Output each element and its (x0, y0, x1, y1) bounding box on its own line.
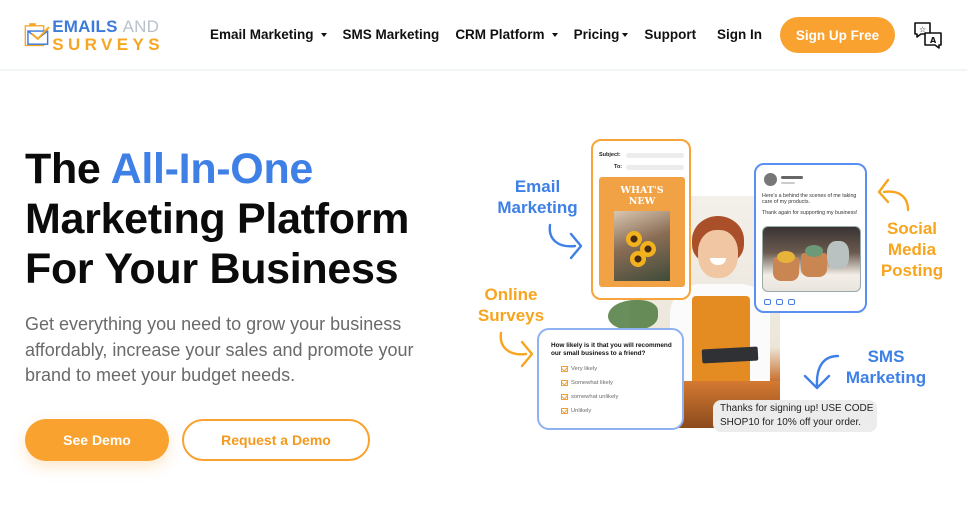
sms-message-bubble: Thanks for signing up! USE CODE SHOP10 f… (713, 400, 877, 432)
post-text: Here's a behind the scenes of me taking … (762, 193, 866, 216)
nav-label: Email Marketing (210, 27, 314, 42)
nav-label: Pricing (573, 27, 620, 42)
comment-icon (788, 299, 795, 305)
timestamp-placeholder (781, 182, 795, 184)
arrow-to-sms-icon (803, 354, 840, 390)
sign-up-free-button[interactable]: Sign Up Free (780, 17, 895, 53)
survey-option: somewhat unlikely (561, 394, 618, 400)
post-text-line1: Here's a behind the scenes of me taking … (762, 193, 857, 206)
checkbox-icon (561, 380, 568, 386)
sms-marketing-label: SMS Marketing (836, 346, 936, 388)
arrow-to-email-icon (548, 223, 583, 260)
survey-option: Somewhat likely (561, 380, 613, 386)
label-line: SMS (867, 347, 905, 366)
translate-icon[interactable]: ☆ A (913, 21, 943, 51)
arrow-to-survey-icon (499, 331, 534, 368)
nav-email-marketing[interactable]: Email Marketing (210, 27, 327, 42)
option-label: Unlikely (571, 408, 592, 414)
title-prefix: The (25, 145, 111, 193)
survey-question: How likely is it that you will recommend… (551, 342, 672, 358)
logo-and: AND (122, 16, 160, 36)
logo-wordmark: EMAILS AND SURVEYS (52, 18, 164, 53)
label-line: Media (887, 240, 937, 259)
see-demo-button[interactable]: See Demo (25, 419, 169, 461)
title-line-2: Marketing Platform (25, 195, 410, 243)
nav-label: CRM Platform (455, 27, 545, 42)
option-label: Very likely (571, 366, 598, 372)
caret-down-icon (320, 32, 327, 37)
email-marketing-label: Email Marketing (490, 176, 585, 218)
post-actions (764, 299, 795, 305)
nav-sms-marketing[interactable]: SMS Marketing (343, 27, 440, 42)
email-preview-card: Subject: To: WHAT'S NEW (591, 139, 691, 300)
like-icon (764, 299, 771, 305)
nav-crm-platform[interactable]: CRM Platform (455, 27, 558, 42)
checkbox-icon (561, 408, 568, 414)
checkbox-icon (561, 366, 568, 372)
caret-down-icon (622, 32, 629, 37)
sign-in-link[interactable]: Sign In (717, 27, 762, 42)
option-label: somewhat unlikely (571, 394, 619, 400)
envelope-logo-icon (24, 23, 50, 47)
label-line: Online (484, 285, 538, 304)
brand-logo[interactable]: EMAILS AND SURVEYS (24, 14, 164, 56)
share-icon (776, 299, 783, 305)
poster-title-line2: NEW (628, 196, 656, 207)
label-line: Marketing (497, 198, 578, 217)
post-text-line2: Thank again for supporting my business! (762, 209, 858, 216)
checkbox-icon (561, 394, 568, 400)
hero-subtitle: Get everything you need to grow your bus… (25, 314, 414, 385)
label-line: Surveys (477, 306, 545, 325)
arrow-to-social-icon (877, 178, 910, 212)
nav-label: Support (644, 27, 697, 42)
subject-field-bar (626, 153, 684, 158)
subject-label: Subject: (599, 152, 621, 158)
hero-title: The All-In-One Marketing Platform For Yo… (25, 144, 409, 294)
avatar (764, 173, 777, 186)
title-accent: All-In-One (110, 145, 314, 193)
nav-label: SMS Marketing (342, 27, 440, 42)
title-line-3: For Your Business (25, 245, 399, 293)
label-line: Posting (880, 261, 944, 280)
label-line: Marketing (845, 368, 927, 387)
label-line: Email (514, 177, 561, 196)
logo-emails: EMAILS (52, 16, 118, 36)
sunflower-image (614, 211, 670, 281)
logo-surveys: SURVEYS (52, 34, 164, 54)
whats-new-poster: WHAT'S NEW (599, 177, 685, 287)
option-label: Somewhat likely (571, 380, 613, 386)
survey-option: Very likely (561, 366, 597, 372)
poster-title: WHAT'S NEW (599, 185, 685, 207)
nav-pricing[interactable]: Pricing (574, 27, 629, 42)
social-post-card: Here's a behind the scenes of me taking … (754, 163, 867, 313)
svg-text:A: A (930, 36, 937, 45)
to-field-bar (626, 165, 684, 170)
request-demo-button[interactable]: Request a Demo (182, 419, 370, 461)
survey-option: Unlikely (561, 408, 591, 414)
caret-down-icon (551, 32, 558, 37)
site-header: EMAILS AND SURVEYS Email Marketing SMS M… (0, 0, 967, 71)
succulent-photo (762, 226, 861, 292)
poster-title-line1: WHAT'S (620, 185, 664, 196)
online-surveys-label: Online Surveys (472, 284, 550, 326)
social-media-posting-label: Social Media Posting (872, 218, 952, 281)
main-nav: Email Marketing SMS Marketing CRM Platfo… (210, 27, 712, 42)
username-placeholder (781, 176, 803, 179)
label-line: Social (886, 219, 938, 238)
plant-leaf-image (608, 300, 658, 330)
survey-card: How likely is it that you will recommend… (537, 328, 684, 430)
nav-support[interactable]: Support (644, 27, 696, 42)
to-label: To: (614, 164, 623, 170)
